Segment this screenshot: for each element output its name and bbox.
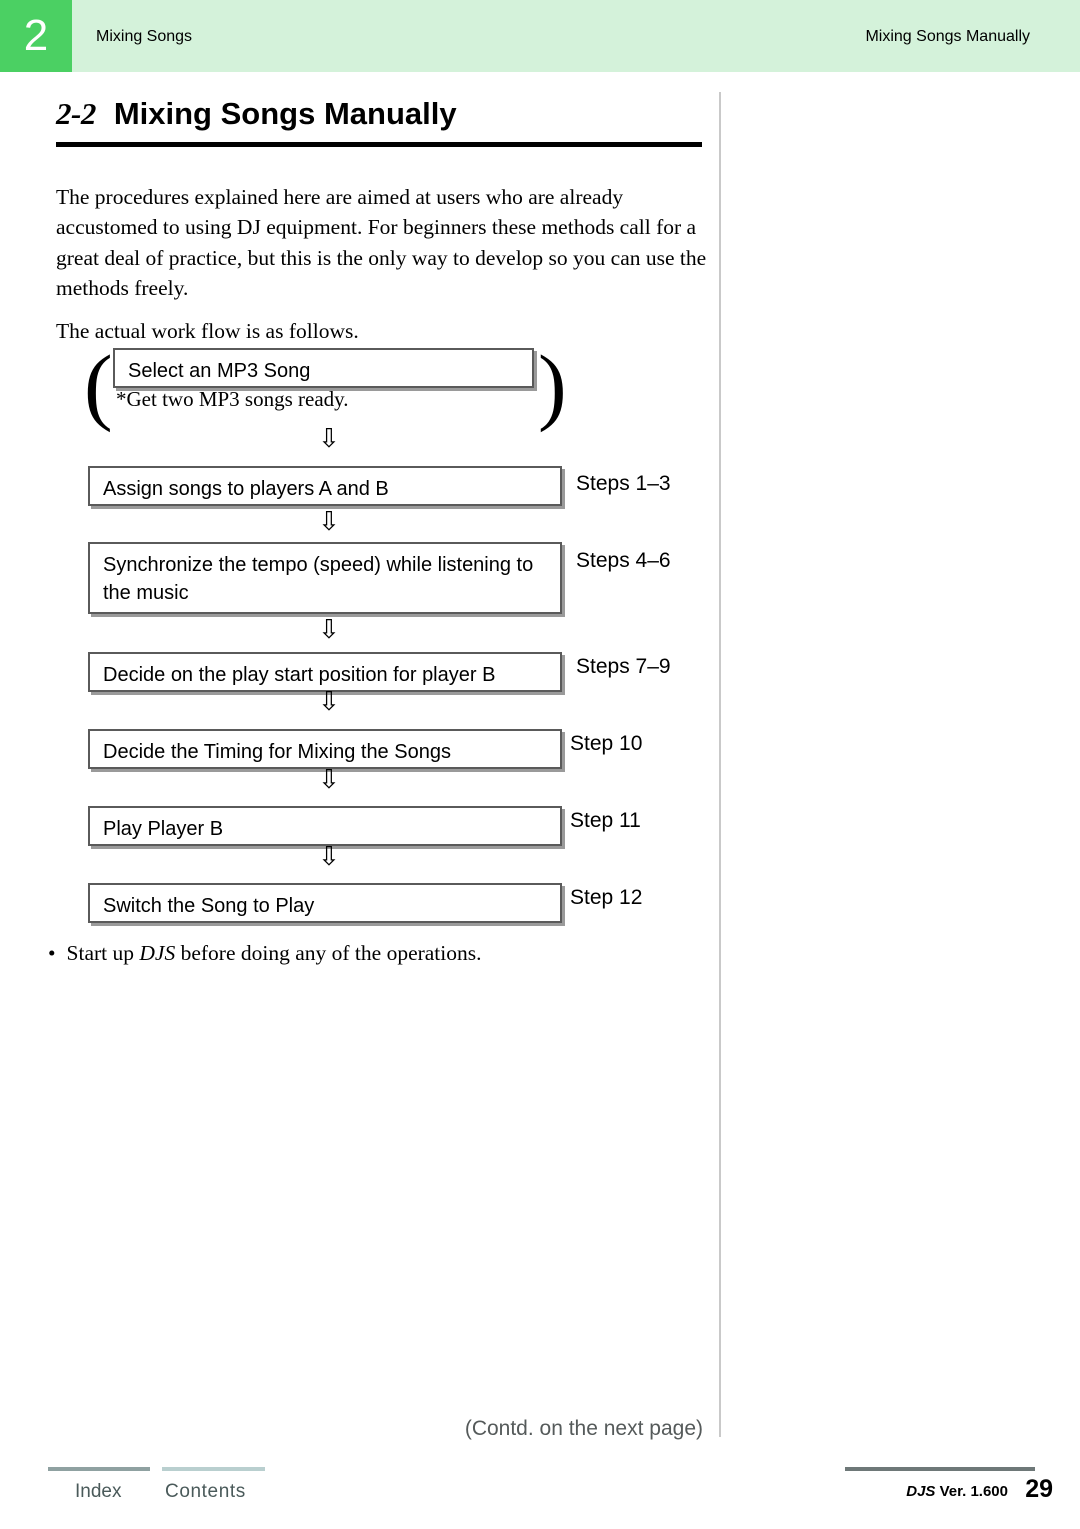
intro-paragraph: The procedures explained here are aimed … xyxy=(56,184,707,301)
flow-box-switch-song[interactable]: Switch the Song to Play xyxy=(88,883,562,923)
version-text: Ver. 1.600 xyxy=(935,1483,1008,1500)
header-section-title: Mixing Songs Manually xyxy=(865,28,1030,45)
flow-arrow-6: ⇩ xyxy=(318,842,340,872)
flow-box-label: Decide on the play start position for pl… xyxy=(103,664,496,686)
page-content: 2-2 Mixing Songs Manually The procedures … xyxy=(0,72,1080,1529)
flow-arrow-3: ⇩ xyxy=(318,615,340,645)
footer-rule-index xyxy=(48,1467,150,1471)
page-header-band: 2 Mixing Songs Mixing Songs Manually xyxy=(0,0,1080,72)
flow-box-label: Synchronize the tempo (speed) while list… xyxy=(103,554,534,604)
flow-arrow-2: ⇩ xyxy=(318,507,340,537)
flow-box-synchronize-tempo[interactable]: Synchronize the tempo (speed) while list… xyxy=(88,542,562,614)
flow-box-select-mp3[interactable]: Select an MP3 Song xyxy=(113,348,534,388)
section-number: 2-2 xyxy=(56,96,96,131)
header-chapter-title: Mixing Songs xyxy=(96,28,193,45)
flow-step-10: Step 10 xyxy=(570,732,643,755)
note-get-two-mp3: *Get two MP3 songs ready. xyxy=(116,387,349,411)
column-divider-rule xyxy=(719,92,721,1437)
flow-steps-1-3: Steps 1–3 xyxy=(576,472,671,495)
startup-note: • Start up DJS before doing any of the op… xyxy=(48,941,708,966)
flow-steps-4-6: Steps 4–6 xyxy=(576,549,671,572)
djs-mark: DJS xyxy=(906,1483,936,1500)
flow-step-12: Step 12 xyxy=(570,886,643,909)
right-parenthesis: ) xyxy=(538,337,567,433)
flow-steps-7-9: Steps 7–9 xyxy=(576,655,671,678)
flow-arrow-4: ⇩ xyxy=(318,687,340,717)
footer-rule-right xyxy=(845,1467,1035,1471)
flow-box-timing-for-mixing[interactable]: Decide the Timing for Mixing the Songs xyxy=(88,729,562,769)
page-footer: Index Contents DJS Ver. 1.600 29 xyxy=(0,1467,1080,1529)
flow-box-label: Decide the Timing for Mixing the Songs xyxy=(103,741,451,763)
page-title: Mixing Songs Manually xyxy=(113,96,457,131)
bullet-marker: • xyxy=(48,941,56,965)
flow-box-label: Assign songs to players A and B xyxy=(103,478,389,500)
flow-box-label: Select an MP3 Song xyxy=(128,360,311,382)
note-text-after: before doing any of the operations. xyxy=(175,941,482,965)
continued-label: (Contd. on the next page) xyxy=(464,1417,703,1440)
contents-link[interactable]: Contents xyxy=(165,1481,246,1503)
heading-underline xyxy=(56,142,702,147)
note-text-djs: DJS xyxy=(139,941,176,965)
flow-step-11: Step 11 xyxy=(570,809,641,832)
index-link[interactable]: Index xyxy=(75,1481,121,1503)
flow-box-play-start-position[interactable]: Decide on the play start position for pl… xyxy=(88,652,562,692)
chapter-number-tab: 2 xyxy=(0,0,72,72)
flow-box-assign-songs[interactable]: Assign songs to players A and B xyxy=(88,466,562,506)
flow-arrow-5: ⇩ xyxy=(318,765,340,795)
djs-version-label: DJS Ver. 1.600 xyxy=(906,1483,1008,1500)
left-parenthesis: ( xyxy=(84,337,113,433)
flow-arrow-1: ⇩ xyxy=(318,424,340,454)
footer-rule-contents xyxy=(162,1467,265,1471)
flow-box-label: Play Player B xyxy=(103,818,224,840)
section-heading: 2-2 Mixing Songs Manually xyxy=(56,96,706,132)
note-text-before: Start up xyxy=(66,941,140,965)
page-number: 29 xyxy=(1025,1475,1053,1503)
flow-box-play-player-b[interactable]: Play Player B xyxy=(88,806,562,846)
flow-box-label: Switch the Song to Play xyxy=(103,895,315,917)
